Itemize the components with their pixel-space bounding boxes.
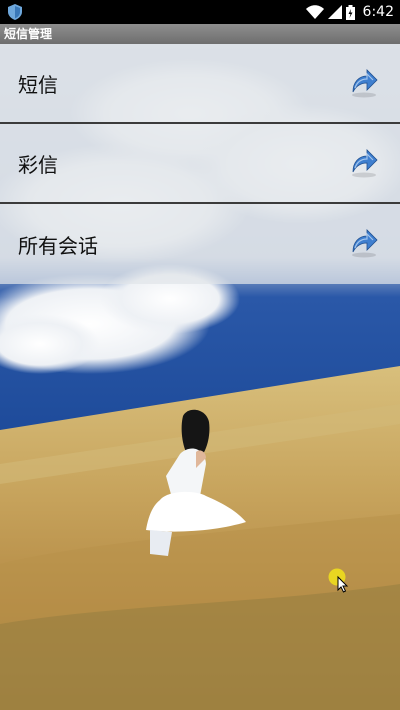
menu-item-sms[interactable]: 短信	[0, 44, 400, 124]
status-clock: 6:42	[362, 4, 394, 20]
app-title: 短信管理	[4, 27, 53, 41]
forward-arrow-icon	[352, 149, 378, 178]
forward-arrow-icon	[352, 229, 378, 258]
battery-icon	[345, 4, 355, 20]
app-title-bar: 短信管理	[0, 24, 400, 44]
menu-item-mms[interactable]: 彩信	[0, 124, 400, 204]
menu-item-label: 所有会话	[18, 233, 98, 258]
wifi-icon	[305, 5, 324, 19]
menu-item-all-conversations[interactable]: 所有会话	[0, 204, 400, 284]
menu-list: 短信 彩信 所有会话	[0, 44, 400, 284]
mouse-cursor-icon	[328, 568, 349, 593]
signal-icon	[327, 5, 342, 19]
menu-item-label: 短信	[18, 72, 58, 97]
shield-icon	[8, 4, 22, 20]
forward-arrow-icon	[352, 69, 378, 98]
menu-item-label: 彩信	[18, 152, 58, 177]
status-bar: 6:42	[0, 0, 400, 24]
